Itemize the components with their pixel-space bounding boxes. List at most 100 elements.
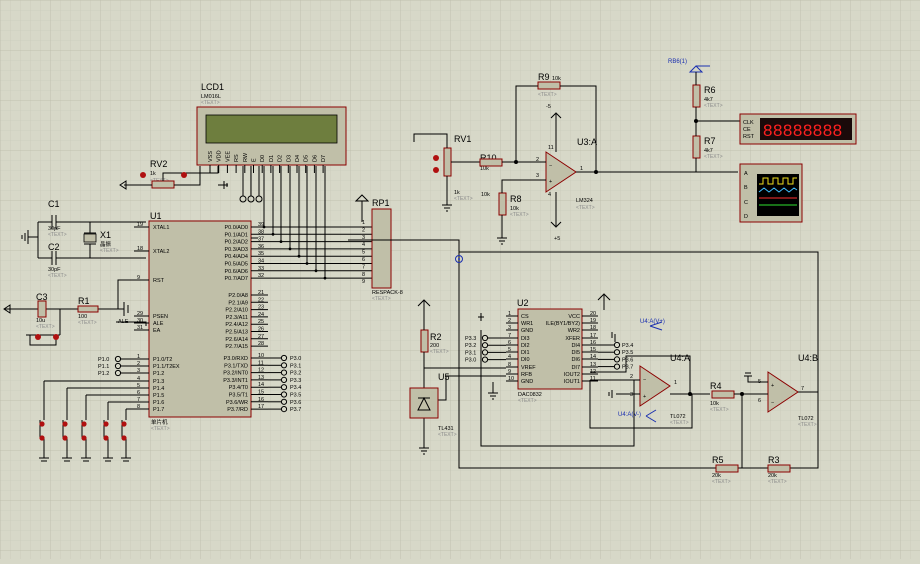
u1-right-pin-label: P2.6/A14 <box>225 337 248 343</box>
u1-name: 单片机 <box>151 418 168 426</box>
u1-left-pin-label: P1.5 <box>153 393 164 399</box>
u3a-rail-top: -5 <box>546 104 551 110</box>
counter-pin-ce: CE <box>743 127 751 133</box>
key-button-contact[interactable] <box>62 421 68 427</box>
u1-right-pin-number: 26 <box>258 327 264 333</box>
u2-left-pin-number: 2 <box>508 318 511 324</box>
u2-left-pin-label: WR1 <box>521 321 533 327</box>
rp1-pin-number: 6 <box>362 257 365 263</box>
u1-right-pin-label: P2.2/A10 <box>225 308 248 314</box>
u1-right-pin-number: 16 <box>258 397 264 403</box>
u2-right-pin-label: DI5 <box>571 350 580 356</box>
key-button-contact[interactable] <box>81 421 87 427</box>
u2-left-pin-label: GND <box>521 379 533 385</box>
lcd-pin-label: D6 <box>312 155 318 162</box>
u2-right-terminal-label: P3.7 <box>622 365 633 371</box>
lcd-pin-label: D5 <box>304 155 310 162</box>
u2-left-pin-label: GND <box>521 328 533 334</box>
scope-ch-a: A <box>744 171 748 177</box>
lcd-pin-label: D1 <box>269 155 275 162</box>
u1-left-pin-label: P1.4 <box>153 386 164 392</box>
probe-marker-dot <box>458 258 460 260</box>
r3-ref: R3 <box>768 455 780 465</box>
u2-placeholder: <TEXT> <box>518 398 537 404</box>
u4a-pin-2: 2 <box>630 374 633 380</box>
u2-left-terminal-label: P3.0 <box>465 358 476 364</box>
u1-right-pin-number: 11 <box>258 360 264 366</box>
rv1-handle-a[interactable] <box>433 155 439 161</box>
reset-button-contact-a <box>35 334 41 340</box>
r10-body <box>479 158 503 167</box>
key-button-contact[interactable] <box>81 435 87 441</box>
lcd-pin-label: E <box>252 158 258 162</box>
u1-ref: U1 <box>150 211 162 221</box>
u2-right-pin-number: 14 <box>590 354 596 360</box>
u4a-pin-1: 1 <box>674 380 677 386</box>
r4-placeholder: <TEXT> <box>710 407 729 413</box>
rp1-ref: RP1 <box>372 198 390 208</box>
lcd-pin-label: D7 <box>321 155 327 162</box>
lcd1-ref: LCD1 <box>201 82 224 92</box>
u3a-minus: − <box>549 163 552 169</box>
rv2-ref: RV2 <box>150 159 167 169</box>
p3-terminal-label: P3.3 <box>290 378 301 384</box>
bus-junction <box>262 225 266 229</box>
u3a-junction-1 <box>514 160 518 164</box>
u2-left-pin-number: 1 <box>508 311 511 317</box>
key-button-contact[interactable] <box>39 421 45 427</box>
u1-left-pin-number: 8 <box>137 404 140 410</box>
u1-left-pin-number: 30 <box>137 318 143 324</box>
key-button-contact[interactable] <box>121 421 127 427</box>
bus-junction <box>323 276 327 280</box>
lcd1-screen <box>205 114 338 144</box>
key-button-contact[interactable] <box>103 421 109 427</box>
u1-right-pin-label: P3.0/RXD <box>224 356 248 362</box>
p3-terminal-label: P3.1 <box>290 363 301 369</box>
r4-body <box>711 390 735 399</box>
u2-left-terminal-label: P3.2 <box>465 343 476 349</box>
r10-value: 10k <box>480 166 489 172</box>
u3a-junction-2 <box>594 170 598 174</box>
rv1-body <box>443 147 452 177</box>
u1-left-pin-number: 18 <box>137 246 143 252</box>
u2-right-pin-number: 11 <box>590 376 596 382</box>
key-button-contact[interactable] <box>103 435 109 441</box>
r7-ref: R7 <box>704 136 716 146</box>
p3-terminal-label: P3.4 <box>290 385 301 391</box>
r8-body <box>498 192 507 216</box>
u1-left-pin-label: P1.6 <box>153 400 164 406</box>
r1-ref: R1 <box>78 296 90 306</box>
key-button-contact[interactable] <box>121 435 127 441</box>
u4a-pin-3: 3 <box>630 392 633 398</box>
u1-left-pin-label: XTAL2 <box>153 249 169 255</box>
schematic-canvas[interactable]: LCD1 LM016L <TEXT> VSS VDD VEE RS RW E D0 D1 D2 D… <box>0 0 920 559</box>
crystal-body <box>83 233 97 243</box>
r6-ref: R6 <box>704 85 716 95</box>
rp1-pin-number: 4 <box>362 242 365 248</box>
rv2-handle-b[interactable] <box>181 172 187 178</box>
c2-ref: C2 <box>48 242 60 252</box>
u1-right-pin-label: P3.5/T1 <box>229 393 248 399</box>
u1-right-pin-label: P0.0/AD0 <box>224 225 248 231</box>
rv1-handle-b[interactable] <box>433 167 439 173</box>
rp1-pin-number: 2 <box>362 227 365 233</box>
u1-right-pin-number: 13 <box>258 375 264 381</box>
u1-component[interactable]: U1 单片机 <TEXT> 19 XTAL118 XTAL29 RST29 PSEN30… <box>134 211 268 432</box>
u3a-plus: + <box>549 179 552 185</box>
r5-placeholder: <TEXT> <box>712 479 731 485</box>
u2-left-terminal-label: P3.3 <box>465 336 476 342</box>
bus-junction <box>297 254 301 258</box>
key-button-contact[interactable] <box>39 435 45 441</box>
u1-right-pin-number: 27 <box>258 334 264 340</box>
rp1-pin-number: 5 <box>362 250 365 256</box>
u1-right-pin-label: P0.7/AD7 <box>224 276 248 282</box>
p3-terminal-label: P3.0 <box>290 356 301 362</box>
rp1-pin-number: 7 <box>362 264 365 270</box>
key-button-contact[interactable] <box>62 435 68 441</box>
scope-ch-d: D <box>744 214 748 220</box>
schematic-svg: LCD1 LM016L <TEXT> VSS VDD VEE RS RW E D0 D1 D2 D… <box>0 0 920 559</box>
rv1-ref: RV1 <box>454 134 471 144</box>
r5-body <box>715 464 739 473</box>
rv2-handle-a[interactable] <box>140 172 146 178</box>
u1-left-pin-number: 5 <box>137 383 140 389</box>
